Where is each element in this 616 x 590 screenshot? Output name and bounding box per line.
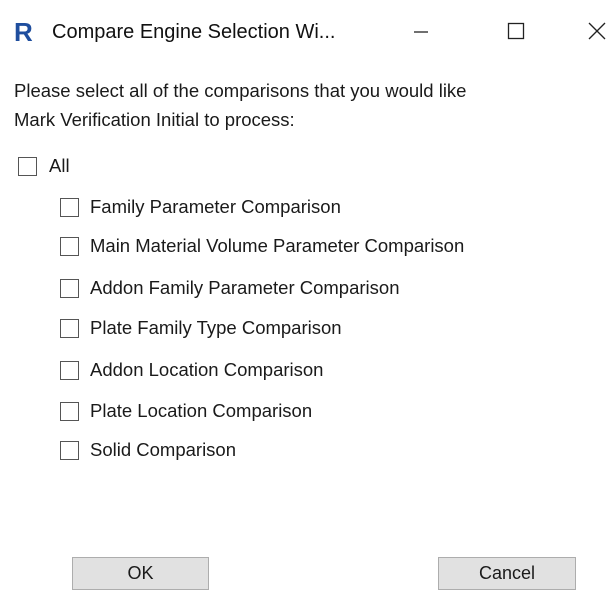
checkbox-label: Main Material Volume Parameter Compariso… — [90, 235, 465, 256]
dialog-window: R Compare Engine Selection Wi... Please … — [0, 0, 616, 590]
minimize-button[interactable] — [398, 12, 444, 50]
checkbox-label: Plate Location Comparison — [90, 400, 313, 421]
checkbox-addon-family-parameter-comparison[interactable]: Addon Family Parameter Comparison — [60, 275, 400, 301]
checkbox-box[interactable] — [60, 318, 79, 338]
minimize-icon — [414, 31, 428, 33]
checkbox-addon-location-comparison[interactable]: Addon Location Comparison — [60, 357, 323, 383]
checkbox-label: Solid Comparison — [90, 439, 237, 460]
checkbox-label: Addon Family Parameter Comparison — [90, 277, 400, 298]
window-title: Compare Engine Selection Wi... — [52, 21, 336, 43]
checkbox-box[interactable] — [60, 236, 79, 256]
checkbox-label: Family Parameter Comparison — [90, 196, 341, 217]
instruction-line-2: Mark Verification Initial to process: — [14, 109, 295, 130]
checkbox-plate-location-comparison[interactable]: Plate Location Comparison — [60, 398, 312, 424]
checkbox-solid-comparison[interactable]: Solid Comparison — [60, 437, 236, 463]
ok-button[interactable]: OK — [72, 557, 209, 590]
checkbox-main-material-volume-parameter-comparison[interactable]: Main Material Volume Parameter Compariso… — [60, 233, 464, 259]
maximize-icon — [507, 22, 525, 40]
checkbox-box[interactable] — [60, 401, 79, 421]
title-bar[interactable]: R Compare Engine Selection Wi... — [0, 0, 616, 62]
checkbox-plate-family-type-comparison[interactable]: Plate Family Type Comparison — [60, 315, 342, 341]
checkbox-box[interactable] — [60, 278, 79, 298]
checkbox-box[interactable] — [18, 156, 37, 176]
cancel-button[interactable]: Cancel — [438, 557, 576, 590]
checkbox-box[interactable] — [60, 197, 79, 217]
checkbox-family-parameter-comparison[interactable]: Family Parameter Comparison — [60, 194, 341, 220]
close-button[interactable] — [574, 12, 616, 50]
instruction-text: Please select all of the comparisons tha… — [14, 76, 604, 134]
checkbox-label: Addon Location Comparison — [90, 359, 324, 380]
instruction-line-1: Please select all of the comparisons tha… — [14, 80, 467, 101]
checkbox-box[interactable] — [60, 440, 79, 460]
maximize-button[interactable] — [493, 12, 539, 50]
close-icon — [588, 22, 606, 40]
checkbox-box[interactable] — [60, 360, 79, 380]
checkbox-label: Plate Family Type Comparison — [90, 317, 342, 338]
checkbox-all[interactable]: All — [18, 153, 70, 179]
checkbox-label: All — [49, 155, 70, 176]
revit-app-icon: R — [14, 17, 33, 47]
